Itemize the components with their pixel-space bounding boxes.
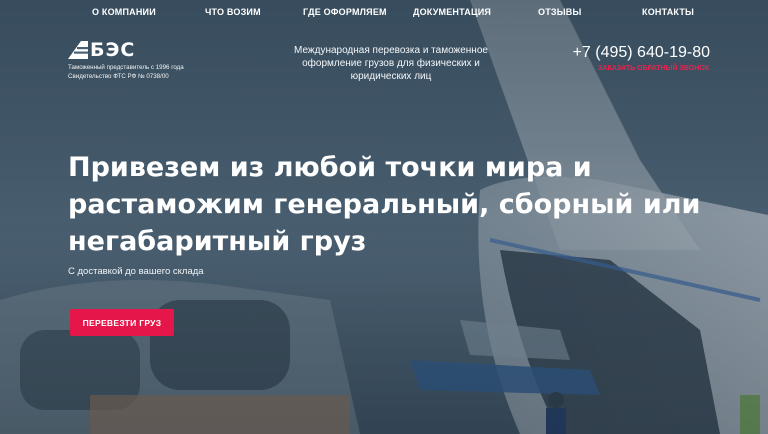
company-logo[interactable]: БЭС Таможенный представитель с 1996 года… <box>68 40 198 81</box>
logo-caption-line-1: Таможенный представитель с 1996 года <box>68 64 184 71</box>
logo-wordmark: БЭС <box>90 39 136 61</box>
ship-cargo-button[interactable]: ПЕРЕВЕЗТИ ГРУЗ <box>70 309 174 336</box>
nav-item-reviews[interactable]: ОТЗЫВЫ <box>538 7 581 17</box>
nav-item-locations[interactable]: ГДЕ ОФОРМЛЯЕМ <box>303 7 387 17</box>
nav-item-contacts[interactable]: КОНТАКТЫ <box>642 7 694 17</box>
nav-item-about[interactable]: О КОМПАНИИ <box>92 7 156 17</box>
hero-subtitle: С доставкой до вашего склада <box>68 266 204 277</box>
top-nav: О КОМПАНИИ ЧТО ВОЗИМ ГДЕ ОФОРМЛЯЕМ ДОКУМ… <box>0 0 768 24</box>
bes-logo-icon <box>68 41 88 59</box>
nav-item-documents[interactable]: ДОКУМЕНТАЦИЯ <box>413 7 491 17</box>
nav-item-cargo-types[interactable]: ЧТО ВОЗИМ <box>205 7 261 17</box>
header-tagline: Международная перевозка и таможенное офо… <box>294 45 488 82</box>
phone-number[interactable]: +7 (495) 640-19-80 <box>573 44 710 62</box>
logo-caption-line-2: Свидетельство ФТС РФ № 0738/00 <box>68 73 169 80</box>
hero-title: Привезем из любой точки мира и растаможи… <box>68 152 701 257</box>
callback-link[interactable]: ЗАКАЗАТЬ ОБРАТНЫЙ ЗВОНОК <box>598 65 709 72</box>
